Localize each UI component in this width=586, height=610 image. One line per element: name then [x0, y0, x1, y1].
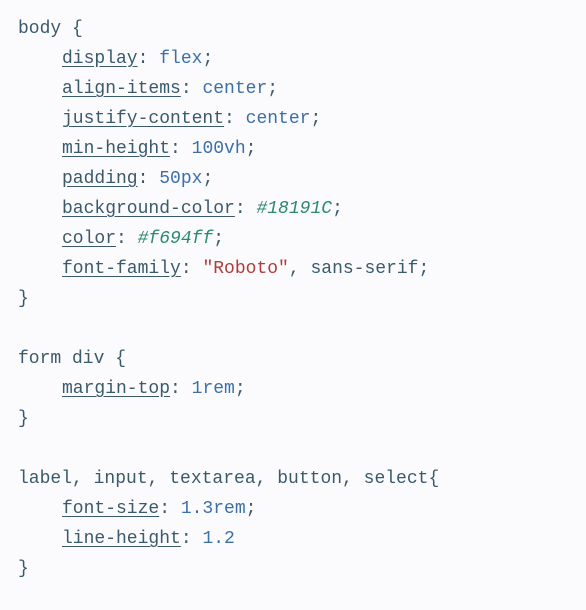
code-line: form div {: [18, 344, 568, 374]
css-value-token: #18191C: [256, 199, 332, 219]
colon: :: [138, 49, 160, 69]
css-value-token: flex: [159, 49, 202, 69]
css-property: background-color: [62, 199, 235, 219]
css-property: min-height: [62, 139, 170, 159]
colon: :: [181, 259, 203, 279]
css-value-token: 1.2: [202, 529, 234, 549]
css-property: padding: [62, 169, 138, 189]
colon: :: [138, 169, 160, 189]
semicolon: ;: [213, 229, 224, 249]
semicolon: ;: [246, 139, 257, 159]
css-value-token: ,: [289, 259, 311, 279]
colon: :: [170, 379, 192, 399]
css-value-token: center: [202, 79, 267, 99]
semicolon: ;: [235, 379, 246, 399]
css-property: font-family: [62, 259, 181, 279]
css-value-token: 1rem: [192, 379, 235, 399]
css-property: margin-top: [62, 379, 170, 399]
semicolon: ;: [310, 109, 321, 129]
code-line: }: [18, 404, 568, 434]
css-selector: body: [18, 19, 61, 39]
css-property: line-height: [62, 529, 181, 549]
code-line: color: #f694ff;: [18, 224, 568, 254]
blank-line: [18, 319, 29, 339]
css-selector: form div: [18, 349, 104, 369]
css-value-token: center: [246, 109, 311, 129]
css-property: color: [62, 229, 116, 249]
blank-line: [18, 439, 29, 459]
open-brace: {: [428, 469, 439, 489]
colon: :: [181, 79, 203, 99]
css-value-token: 100vh: [192, 139, 246, 159]
colon: :: [181, 529, 203, 549]
css-value-token: "Roboto": [202, 259, 288, 279]
code-line: label, input, textarea, button, select{: [18, 464, 568, 494]
code-line: background-color: #18191C;: [18, 194, 568, 224]
code-line: body {: [18, 14, 568, 44]
code-line: justify-content: center;: [18, 104, 568, 134]
open-brace: {: [104, 349, 126, 369]
close-brace: }: [18, 409, 29, 429]
code-line: padding: 50px;: [18, 164, 568, 194]
code-line: font-size: 1.3rem;: [18, 494, 568, 524]
css-value-token: 50px: [159, 169, 202, 189]
code-line: font-family: "Roboto", sans-serif;: [18, 254, 568, 284]
semicolon: ;: [202, 169, 213, 189]
code-line: line-height: 1.2: [18, 524, 568, 554]
colon: :: [224, 109, 246, 129]
code-line: display: flex;: [18, 44, 568, 74]
css-property: align-items: [62, 79, 181, 99]
css-property: display: [62, 49, 138, 69]
code-line: }: [18, 284, 568, 314]
close-brace: }: [18, 559, 29, 579]
code-line: margin-top: 1rem;: [18, 374, 568, 404]
colon: :: [116, 229, 138, 249]
open-brace: {: [61, 19, 83, 39]
css-property: justify-content: [62, 109, 224, 129]
css-code-block: body {display: flex;align-items: center;…: [0, 0, 586, 584]
code-line: }: [18, 554, 568, 584]
semicolon: ;: [332, 199, 343, 219]
css-selector: label, input, textarea, button, select: [18, 469, 428, 489]
colon: :: [170, 139, 192, 159]
colon: :: [235, 199, 257, 219]
colon: :: [159, 499, 181, 519]
code-line: min-height: 100vh;: [18, 134, 568, 164]
semicolon: ;: [246, 499, 257, 519]
css-value-token: #f694ff: [138, 229, 214, 249]
semicolon: ;: [267, 79, 278, 99]
semicolon: ;: [202, 49, 213, 69]
close-brace: }: [18, 289, 29, 309]
code-line: [18, 434, 568, 464]
css-value-token: 1.3rem: [181, 499, 246, 519]
code-line: [18, 314, 568, 344]
css-property: font-size: [62, 499, 159, 519]
css-value-token: sans-serif: [310, 259, 418, 279]
semicolon: ;: [419, 259, 430, 279]
code-line: align-items: center;: [18, 74, 568, 104]
